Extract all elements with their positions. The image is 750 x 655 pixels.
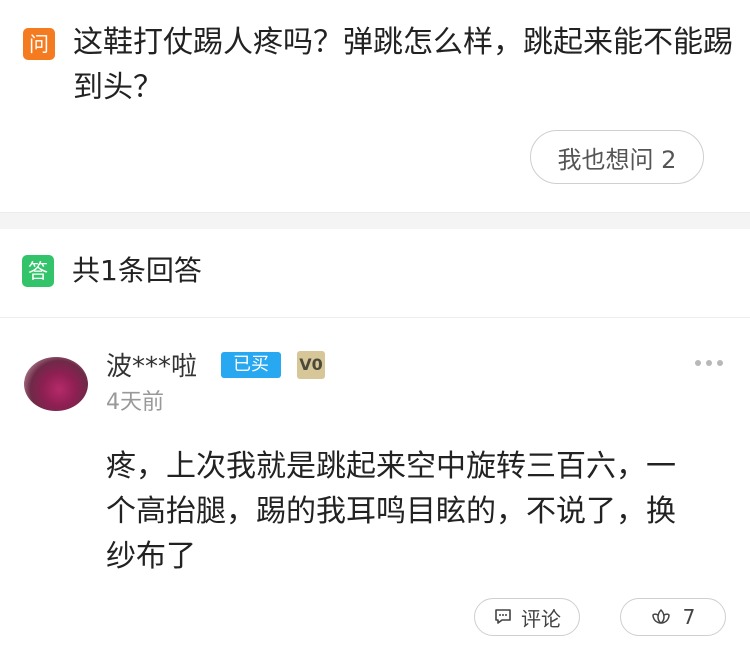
comment-button[interactable]: 评论: [474, 598, 580, 636]
answer-text: 疼，上次我就是跳起来空中旋转三百六，一个高抬腿，踢的我耳鸣目眩的，不说了，换纱布…: [106, 449, 676, 574]
bought-badge: 已买: [221, 352, 281, 378]
question-section: 问 这鞋打仗踢人疼吗？弹跳怎么样，跳起来能不能踢到头？ 我也想问 2: [0, 0, 750, 212]
answer-count: 共1条回答: [72, 254, 202, 287]
answer-time: 4天前: [106, 390, 164, 415]
question-badge: 问: [23, 28, 55, 60]
question-text: 这鞋打仗踢人疼吗？弹跳怎么样，跳起来能不能踢到头？: [73, 25, 733, 105]
answer-badge: 答: [22, 255, 54, 287]
username[interactable]: 波***啦: [106, 349, 197, 385]
like-count: 7: [682, 605, 696, 629]
lotus-like-icon: [651, 607, 671, 627]
vip-level-badge: V0: [297, 351, 325, 379]
also-ask-button[interactable]: 我也想问 2: [530, 130, 704, 184]
comment-icon: [493, 607, 513, 627]
comment-label: 评论: [521, 606, 561, 631]
section-divider: [0, 212, 750, 229]
avatar[interactable]: [24, 357, 88, 411]
more-dots-icon[interactable]: [695, 353, 727, 373]
like-button[interactable]: 7: [620, 598, 726, 636]
